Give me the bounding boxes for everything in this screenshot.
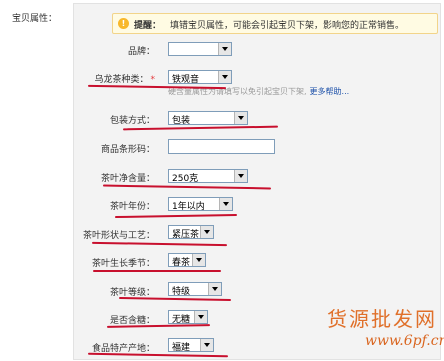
origin-value: 福建 <box>172 343 191 353</box>
watermark-logo-text: 货源批发网 <box>327 307 437 331</box>
chevron-down-icon <box>218 71 231 83</box>
tea-year-select[interactable]: 1年以内 <box>168 197 233 212</box>
brand-label: 品牌： <box>127 47 155 57</box>
packaging-value: 包装 <box>172 116 191 126</box>
required-mark: * <box>150 75 156 85</box>
sugar-value: 无糖 <box>172 315 191 325</box>
chevron-down-icon <box>200 226 213 238</box>
warning-icon: ! <box>118 18 129 29</box>
barcode-label: 商品条形码： <box>100 145 155 155</box>
net-weight-select[interactable]: 250克 <box>168 169 248 184</box>
tea-year-value: 1年以内 <box>172 202 205 212</box>
tea-year-label: 茶叶年份： <box>109 202 155 212</box>
shape-craft-select[interactable]: 紧压茶 <box>168 225 214 240</box>
chevron-down-icon <box>194 311 207 323</box>
shape-craft-value: 紧压茶 <box>172 230 200 240</box>
oolong-type-label: 乌龙茶种类： * <box>63 72 155 85</box>
chevron-down-icon <box>200 339 213 351</box>
shape-craft-label: 茶叶形状与工艺： <box>82 231 155 241</box>
annotation-underline <box>93 270 221 272</box>
brand-select[interactable] <box>168 42 232 56</box>
grade-value: 特级 <box>172 287 191 297</box>
growing-season-select[interactable]: 春茶 <box>168 253 206 268</box>
section-label: 宝贝属性： <box>12 14 58 24</box>
packaging-select[interactable]: 包装 <box>168 111 248 126</box>
chevron-down-icon <box>234 170 247 182</box>
origin-label: 食品特产产地： <box>91 344 155 354</box>
chevron-down-icon <box>208 283 221 295</box>
oolong-type-value: 铁观音 <box>172 75 200 85</box>
sugar-label: 是否含糖： <box>109 316 155 326</box>
origin-select[interactable]: 福建 <box>168 338 214 353</box>
grade-label: 茶叶等级： <box>109 288 155 298</box>
watermark-url: www.6pf.cn <box>365 333 444 349</box>
chevron-down-icon <box>218 43 231 55</box>
sugar-select[interactable]: 无糖 <box>168 310 208 325</box>
oolong-type-label-text: 乌龙茶种类： <box>94 75 149 85</box>
net-weight-label: 茶叶净含量： <box>100 174 155 184</box>
barcode-input[interactable] <box>168 139 275 154</box>
chevron-down-icon <box>219 198 232 210</box>
growing-season-value: 春茶 <box>172 258 191 268</box>
chevron-down-icon <box>234 112 247 124</box>
more-help-link[interactable]: 更多帮助... <box>310 87 350 96</box>
packaging-label: 包装方式： <box>109 116 155 126</box>
chevron-down-icon <box>192 254 205 266</box>
reminder-title: 提醒： <box>134 21 162 31</box>
net-weight-value: 250克 <box>172 174 199 184</box>
reminder-banner: ! 提醒： 填错宝贝属性，可能会引起宝贝下架，影响您的正常销售。 <box>112 13 438 34</box>
oolong-type-select[interactable]: 铁观音 <box>168 70 232 85</box>
growing-season-label: 茶叶生长季节： <box>91 259 155 269</box>
grade-select[interactable]: 特级 <box>168 282 222 297</box>
reminder-text: 填错宝贝属性，可能会引起宝贝下架，影响您的正常销售。 <box>170 21 405 31</box>
